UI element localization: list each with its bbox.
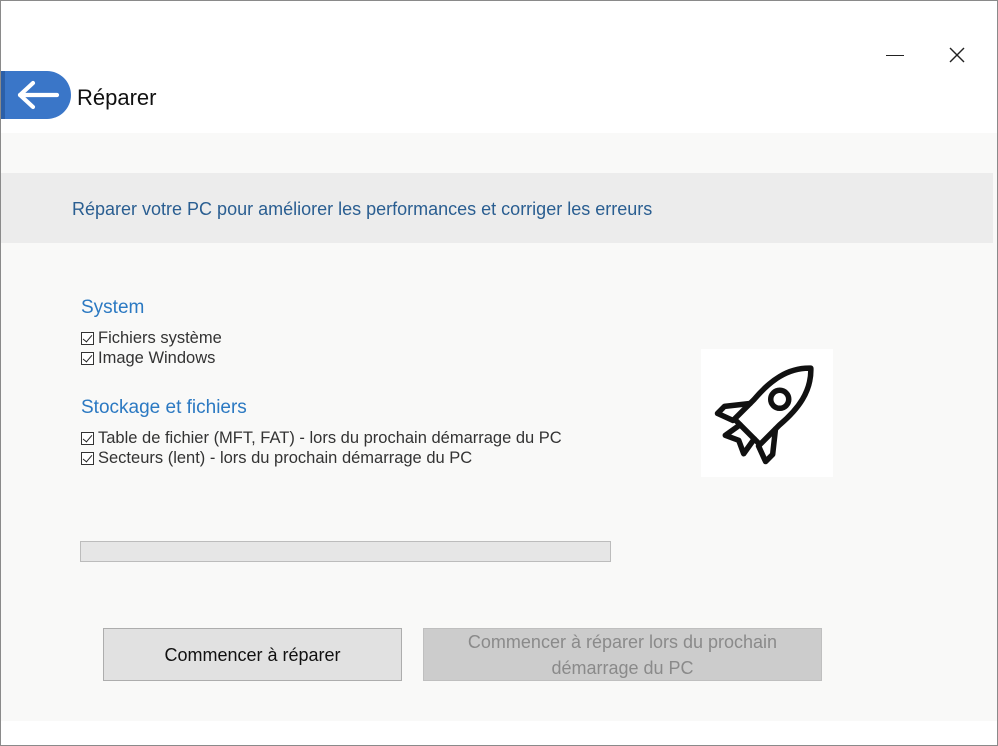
app-window: Réparer Réparer votre PC pour améliorer … [0, 0, 998, 746]
rocket-illustration [701, 349, 833, 477]
checkbox-sectors[interactable] [81, 451, 94, 465]
page-title: Réparer [77, 85, 157, 110]
checkbox-windows-image[interactable] [81, 351, 94, 365]
checkbox-label-system-files: Fichiers système [98, 328, 222, 347]
repair-progress-bar [80, 541, 611, 562]
start-repair-next-boot-button: Commencer à réparer lors du prochain dém… [423, 628, 822, 681]
arrow-left-icon [17, 80, 60, 110]
checkbox-label-sectors: Secteurs (lent) - lors du prochain démar… [98, 448, 473, 467]
checkbox-row-sectors[interactable]: Secteurs (lent) - lors du prochain démar… [81, 448, 472, 468]
minimize-button[interactable] [877, 37, 913, 73]
back-button[interactable] [1, 71, 71, 119]
section-title-storage: Stockage et fichiers [81, 397, 247, 418]
checkbox-row-system-files[interactable]: Fichiers système [81, 328, 222, 348]
checkbox-row-windows-image[interactable]: Image Windows [81, 348, 215, 368]
close-icon [949, 47, 965, 63]
info-banner: Réparer votre PC pour améliorer les perf… [1, 173, 993, 243]
start-repair-button[interactable]: Commencer à réparer [103, 628, 402, 681]
rocket-icon [714, 365, 814, 465]
checkbox-label-windows-image: Image Windows [98, 348, 216, 367]
section-title-system: System [81, 297, 145, 318]
checkbox-label-file-table: Table de fichier (MFT, FAT) - lors du pr… [98, 428, 562, 447]
banner-text: Réparer votre PC pour améliorer les perf… [72, 199, 653, 219]
main-content: Réparer votre PC pour améliorer les perf… [1, 133, 997, 721]
close-button[interactable] [939, 37, 975, 73]
checkbox-row-file-table[interactable]: Table de fichier (MFT, FAT) - lors du pr… [81, 428, 562, 448]
checkbox-file-table[interactable] [81, 431, 94, 445]
minimize-icon [886, 54, 904, 56]
title-bar: Réparer [1, 1, 997, 133]
checkbox-system-files[interactable] [81, 331, 94, 345]
